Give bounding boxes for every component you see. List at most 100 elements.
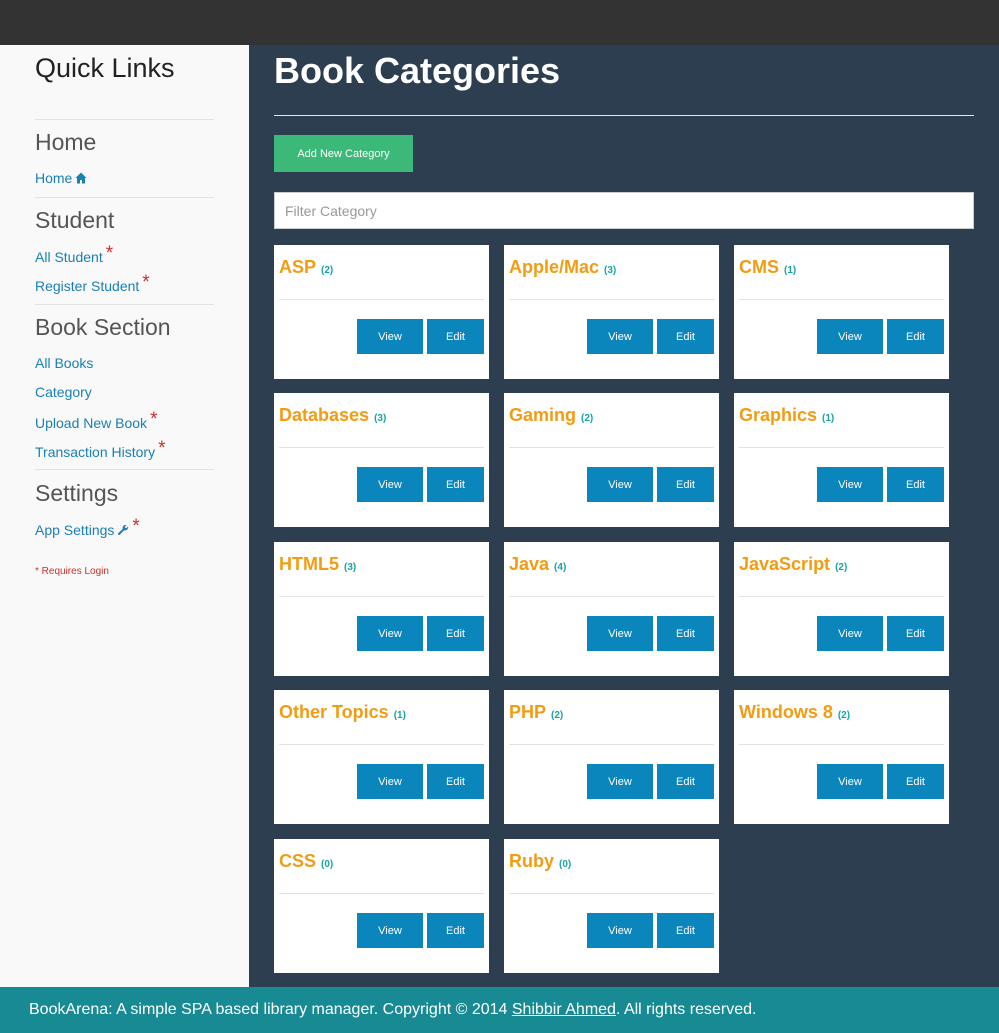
edit-button[interactable]: Edit [657, 913, 714, 948]
card-divider [509, 447, 714, 448]
divider [35, 469, 214, 470]
category-name-label: Gaming [509, 405, 577, 425]
sidebar-title: Quick Links [35, 53, 175, 83]
edit-button[interactable]: Edit [657, 616, 714, 651]
sidebar-link-label: App Settings [35, 522, 115, 538]
view-button[interactable]: View [357, 764, 423, 799]
view-button[interactable]: View [357, 616, 423, 651]
view-button[interactable]: View [587, 616, 653, 651]
card-divider [509, 744, 714, 745]
add-new-category-button[interactable]: Add New Category [274, 135, 413, 172]
category-name[interactable]: Other Topics (1) [279, 702, 406, 723]
category-name-label: Ruby [509, 851, 554, 871]
edit-button[interactable]: Edit [427, 467, 484, 502]
section-heading-book-section: Book Section [35, 314, 171, 340]
view-button[interactable]: View [587, 467, 653, 502]
category-card: Windows 8 (2) View Edit [734, 690, 949, 824]
sidebar-link-home[interactable]: Home [35, 170, 87, 187]
category-card: CSS (0) View Edit [274, 839, 489, 973]
view-button[interactable]: View [587, 913, 653, 948]
category-count-badge: (2) [581, 413, 594, 424]
card-divider [739, 447, 944, 448]
card-divider [509, 299, 714, 300]
divider [35, 197, 214, 198]
category-name[interactable]: CSS (0) [279, 851, 333, 872]
category-card: PHP (2) View Edit [504, 690, 719, 824]
card-divider [509, 596, 714, 597]
category-name-label: PHP [509, 702, 547, 722]
view-button[interactable]: View [357, 913, 423, 948]
category-name-label: CMS [739, 257, 779, 277]
category-name[interactable]: Ruby (0) [509, 851, 571, 872]
home-icon [75, 171, 87, 187]
category-name[interactable]: CMS (1) [739, 257, 796, 278]
author-link[interactable]: Shibbir Ahmed [512, 1001, 616, 1018]
sidebar-link-all-student[interactable]: All Student * [35, 243, 113, 268]
category-name[interactable]: PHP (2) [509, 702, 563, 723]
sidebar-link-label: Register Student [35, 278, 140, 294]
edit-button[interactable]: Edit [427, 764, 484, 799]
sidebar-link-label: Transaction History [35, 444, 156, 460]
view-button[interactable]: View [357, 319, 423, 354]
sidebar-link-transaction-history[interactable]: Transaction History * [35, 438, 165, 463]
edit-button[interactable]: Edit [887, 467, 944, 502]
category-card: Other Topics (1) View Edit [274, 690, 489, 824]
filter-category-input[interactable] [274, 192, 974, 229]
category-count-badge: (1) [784, 265, 797, 276]
requires-login-star: * [142, 272, 150, 293]
edit-button[interactable]: Edit [657, 467, 714, 502]
category-name[interactable]: HTML5 (3) [279, 554, 356, 575]
view-button[interactable]: View [587, 764, 653, 799]
sidebar-link-upload-new-book[interactable]: Upload New Book * [35, 409, 158, 434]
edit-button[interactable]: Edit [427, 616, 484, 651]
sidebar-link-category[interactable]: Category [35, 384, 92, 400]
category-name-label: Windows 8 [739, 702, 833, 722]
sidebar-link-label: All Books [35, 355, 94, 371]
category-name[interactable]: Windows 8 (2) [739, 702, 850, 723]
view-button[interactable]: View [587, 319, 653, 354]
card-divider [279, 744, 484, 745]
page-title: Book Categories [274, 50, 561, 91]
sidebar: Quick Links Home Home Student All Studen… [0, 45, 249, 987]
category-count-badge: (2) [551, 710, 564, 721]
category-count-badge: (1) [393, 710, 406, 721]
edit-button[interactable]: Edit [427, 913, 484, 948]
category-name-label: Databases [279, 405, 370, 425]
category-name[interactable]: ASP (2) [279, 257, 333, 278]
card-divider [739, 299, 944, 300]
category-card: HTML5 (3) View Edit [274, 542, 489, 676]
category-name[interactable]: Apple/Mac (3) [509, 257, 616, 278]
requires-login-star: * [150, 409, 158, 430]
view-button[interactable]: View [817, 467, 883, 502]
title-divider [274, 115, 974, 116]
category-name[interactable]: JavaScript (2) [739, 554, 847, 575]
edit-button[interactable]: Edit [887, 616, 944, 651]
edit-button[interactable]: Edit [887, 764, 944, 799]
sidebar-link-app-settings[interactable]: App Settings * [35, 516, 140, 541]
sidebar-link-all-books[interactable]: All Books [35, 355, 93, 371]
view-button[interactable]: View [817, 764, 883, 799]
edit-button[interactable]: Edit [427, 319, 484, 354]
view-button[interactable]: View [357, 467, 423, 502]
view-button[interactable]: View [817, 319, 883, 354]
edit-button[interactable]: Edit [657, 319, 714, 354]
category-count-badge: (3) [374, 413, 387, 424]
sidebar-link-label: All Student [35, 249, 103, 265]
category-name[interactable]: Gaming (2) [509, 405, 593, 426]
divider [35, 304, 214, 305]
category-name-label: Graphics [739, 405, 818, 425]
view-button[interactable]: View [817, 616, 883, 651]
category-name[interactable]: Java (4) [509, 554, 566, 575]
category-name[interactable]: Databases (3) [279, 405, 386, 426]
sidebar-link-label: Home [35, 170, 73, 186]
card-divider [279, 893, 484, 894]
category-count-badge: (1) [822, 413, 835, 424]
sidebar-link-label: Category [35, 384, 92, 400]
edit-button[interactable]: Edit [657, 764, 714, 799]
edit-button[interactable]: Edit [887, 319, 944, 354]
requires-login-note: * Requires Login [35, 566, 109, 577]
category-card: Apple/Mac (3) View Edit [504, 245, 719, 379]
category-name[interactable]: Graphics (1) [739, 405, 834, 426]
wrench-icon [117, 523, 129, 539]
sidebar-link-register-student[interactable]: Register Student * [35, 272, 150, 297]
